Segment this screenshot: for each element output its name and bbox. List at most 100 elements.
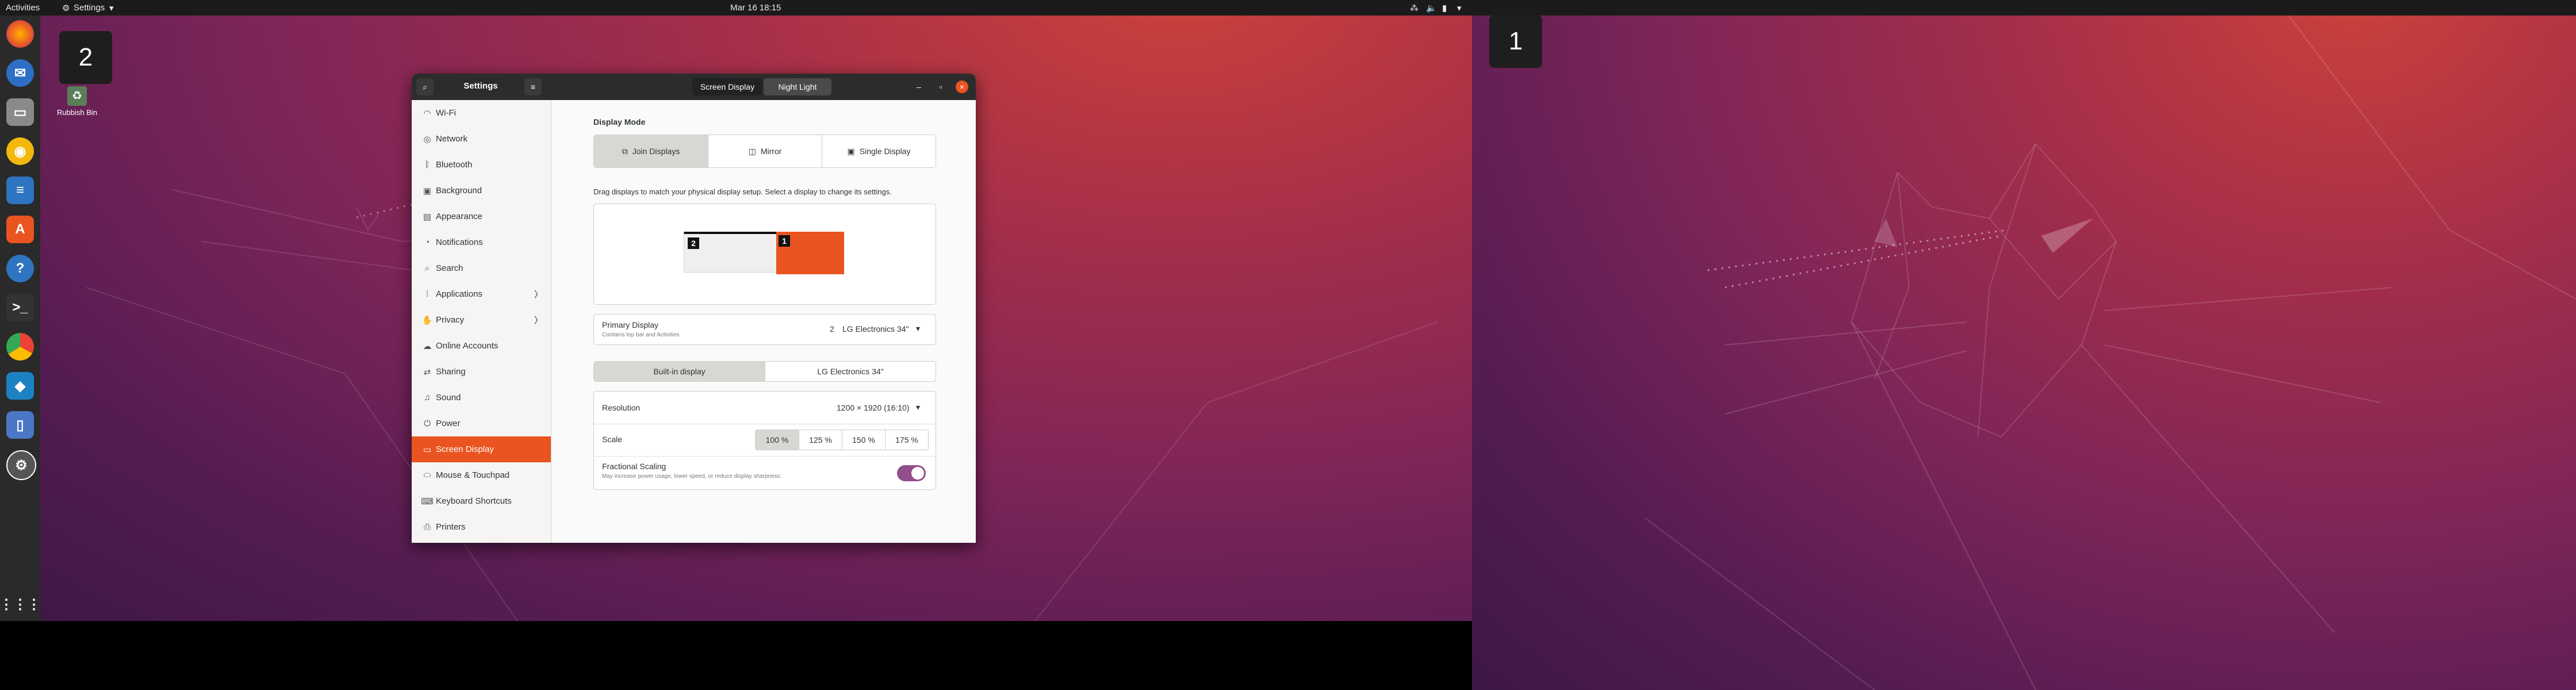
clock[interactable]: Mar 16 18:15 <box>730 3 781 13</box>
vscode-icon[interactable]: ◆ <box>6 372 34 400</box>
sidebar-item-label: Applications <box>436 289 482 299</box>
sidebar-item-label: Power <box>436 419 461 428</box>
sidebar-item-label: Screen Display <box>436 444 494 454</box>
activities-button[interactable]: Activities <box>6 3 40 13</box>
mouse-icon: ⬭ <box>423 470 431 480</box>
close-icon[interactable]: × <box>956 80 968 93</box>
dropdown-chevron-icon[interactable]: ▾ <box>916 402 920 412</box>
primary-display-row[interactable]: Primary Display Contains top bar and Act… <box>593 314 936 345</box>
scale-selector: 100 % 125 % 150 % 175 % <box>755 430 929 450</box>
sidebar-item-appearance[interactable]: ▤ Appearance <box>412 204 551 229</box>
scale-100-button[interactable]: 100 % <box>756 430 799 450</box>
monitor-2-preview[interactable]: 2 <box>684 232 777 273</box>
tab-lg-electronics[interactable]: LG Electronics 34" <box>765 362 936 381</box>
hamburger-menu-icon[interactable]: ≡ <box>524 78 542 95</box>
sidebar-item-mouse-touchpad[interactable]: ⬭ Mouse & Touchpad <box>412 462 551 488</box>
sidebar-item-sharing[interactable]: ⇄ Sharing <box>412 359 551 385</box>
settings-sidebar: ◠ Wi-Fi ◎ Network ᛒ Bluetooth ▣ Background ▤… <box>412 100 551 543</box>
firefox-icon[interactable] <box>6 20 34 48</box>
sidebar-item-online-accounts[interactable]: ☁ Online Accounts <box>412 333 551 359</box>
arrangement-instructions: Drag displays to match your physical dis… <box>593 187 892 196</box>
primary-display-value: LG Electronics 34" <box>842 324 909 334</box>
rhythmbox-icon[interactable]: ◉ <box>6 137 34 165</box>
online-accounts-icon: ☁ <box>423 341 432 351</box>
sidebar-item-label: Online Accounts <box>436 341 499 351</box>
notifications-icon: ◔ <box>424 237 430 247</box>
app-menu-button[interactable]: Settings <box>74 3 105 13</box>
divider <box>594 456 936 457</box>
sidebar-item-label: Network <box>436 134 468 144</box>
show-apps-icon[interactable]: ⋮⋮⋮ <box>0 591 41 618</box>
scale-175-button[interactable]: 175 % <box>885 430 928 450</box>
sidebar-item-label: Mouse & Touchpad <box>436 470 510 480</box>
trash-icon: ♻ <box>67 86 87 106</box>
files-icon[interactable]: ▭ <box>6 98 34 126</box>
resolution-value[interactable]: 1200 × 1920 (16:10) <box>837 403 910 412</box>
monitor-1-preview[interactable]: 1 <box>776 232 844 274</box>
desktop-wallpaper-right <box>1472 0 2576 690</box>
tab-night-light[interactable]: Night Light <box>764 78 831 95</box>
sidebar-item-printers[interactable]: ⎙ Printers <box>412 514 551 540</box>
settings-icon[interactable]: ⚙ <box>6 450 36 480</box>
scale-label: Scale <box>602 435 623 444</box>
app-menu-icon[interactable]: ⚙ <box>62 3 70 13</box>
sidebar-item-screen-display[interactable]: ▭ Screen Display <box>412 436 551 462</box>
sidebar-item-notifications[interactable]: ◔ Notifications <box>412 229 551 255</box>
maximize-icon[interactable]: ▫ <box>934 78 948 95</box>
single-display-button[interactable]: ▣ Single Display <box>822 135 936 167</box>
mirror-button[interactable]: ◫ Mirror <box>708 135 822 167</box>
sidebar-item-bluetooth[interactable]: ᛒ Bluetooth <box>412 152 551 178</box>
search-icon: ⌕ <box>424 263 430 273</box>
sidebar-item-search[interactable]: ⌕ Search <box>412 255 551 281</box>
document-icon[interactable]: ▯ <box>6 411 34 439</box>
titlebar: ⌕ Settings ≡ Screen Display Night Light … <box>412 74 976 100</box>
primary-display-number: 2 <box>830 324 834 334</box>
volume-icon[interactable]: 🔈 <box>1426 3 1437 13</box>
single-display-label: Single Display <box>859 147 911 156</box>
sidebar-item-network[interactable]: ◎ Network <box>412 126 551 152</box>
mirror-label: Mirror <box>760 147 782 156</box>
power-icon: ⏻ <box>424 419 431 428</box>
writer-icon[interactable]: ≡ <box>6 177 34 204</box>
software-icon[interactable]: A <box>6 216 34 243</box>
sidebar-item-label: Bluetooth <box>436 160 473 170</box>
system-menu-chevron-icon[interactable]: ▾ <box>1457 3 1462 13</box>
tab-screen-display[interactable]: Screen Display <box>692 78 762 95</box>
join-displays-icon: ⧉ <box>622 146 628 156</box>
help-icon[interactable]: ? <box>6 255 34 282</box>
chevron-right-icon: 〉 <box>534 290 543 300</box>
chevron-down-icon[interactable]: ▾ <box>109 3 114 13</box>
battery-icon[interactable]: ▮ <box>1442 3 1447 13</box>
sidebar-item-applications[interactable]: ⁞ Applications 〉 <box>412 281 551 307</box>
scale-150-button[interactable]: 150 % <box>842 430 885 450</box>
tab-built-in-display[interactable]: Built-in display <box>594 362 765 381</box>
scale-125-button[interactable]: 125 % <box>799 430 842 450</box>
sidebar-item-wifi[interactable]: ◠ Wi-Fi <box>412 100 551 126</box>
wallpaper-cat-lines <box>1644 0 2576 690</box>
sidebar-item-label: Search <box>436 263 463 273</box>
fractional-scaling-toggle[interactable] <box>897 465 926 481</box>
search-icon[interactable]: ⌕ <box>416 78 434 95</box>
chevron-right-icon: 〉 <box>534 316 543 325</box>
fractional-scaling-sublabel: May increase power usage, lower speed, o… <box>602 473 782 480</box>
join-displays-label: Join Displays <box>632 147 680 156</box>
window-title: Settings <box>463 81 498 91</box>
sidebar-item-keyboard-shortcuts[interactable]: ⌨ Keyboard Shortcuts <box>412 488 551 514</box>
sidebar-item-sound[interactable]: ♫ Sound <box>412 385 551 411</box>
network-status-icon[interactable]: ⁂ <box>1410 3 1419 13</box>
rubbish-bin-desktop-icon[interactable]: ♻ Rubbish Bin <box>56 86 98 117</box>
sidebar-item-privacy[interactable]: ✋ Privacy 〉 <box>412 307 551 333</box>
join-displays-button[interactable]: ⧉ Join Displays <box>594 135 708 167</box>
chrome-icon[interactable] <box>6 333 34 361</box>
sidebar-item-power[interactable]: ⏻ Power <box>412 411 551 436</box>
sidebar-item-background[interactable]: ▣ Background <box>412 178 551 204</box>
minimize-icon[interactable]: – <box>912 78 926 95</box>
terminal-icon[interactable]: >_ <box>6 294 34 321</box>
thunderbird-icon[interactable]: ✉ <box>6 59 34 87</box>
printer-icon: ⎙ <box>423 522 431 532</box>
monitor-settings-list: Resolution 1200 × 1920 (16:10) ▾ Scale 1… <box>593 391 936 490</box>
primary-display-sublabel: Contains top bar and Activities <box>602 332 680 338</box>
primary-display-label: Primary Display <box>602 320 659 329</box>
sidebar-item-label: Keyboard Shortcuts <box>436 496 512 506</box>
mirror-icon: ◫ <box>748 146 756 156</box>
